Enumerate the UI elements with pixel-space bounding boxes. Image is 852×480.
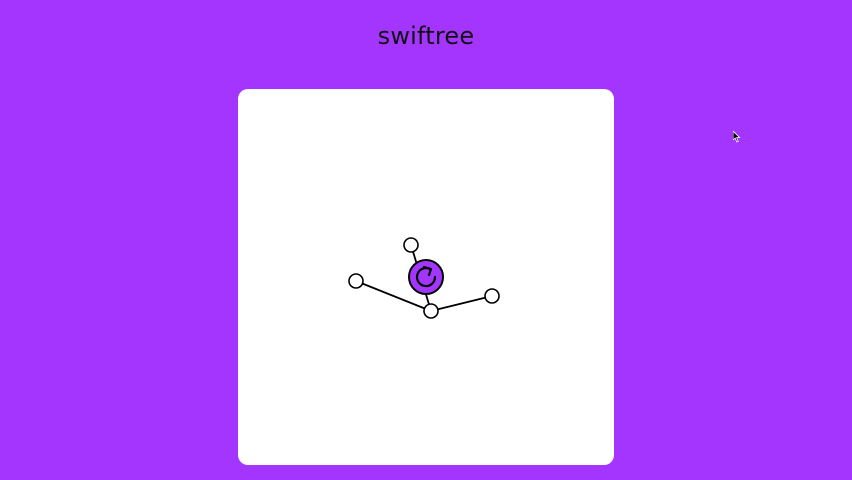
tree-node-right[interactable] [484, 288, 500, 304]
tree-canvas[interactable] [238, 89, 614, 465]
mouse-pointer-icon [733, 131, 741, 143]
refresh-button[interactable] [408, 259, 444, 295]
tree-node-left[interactable] [348, 273, 364, 289]
tree-node-top[interactable] [403, 237, 419, 253]
tree-board[interactable] [238, 89, 614, 465]
app-title: swiftree [377, 22, 475, 50]
tree-edge-hub-right [430, 295, 493, 312]
tree-node-hub[interactable] [423, 303, 439, 319]
